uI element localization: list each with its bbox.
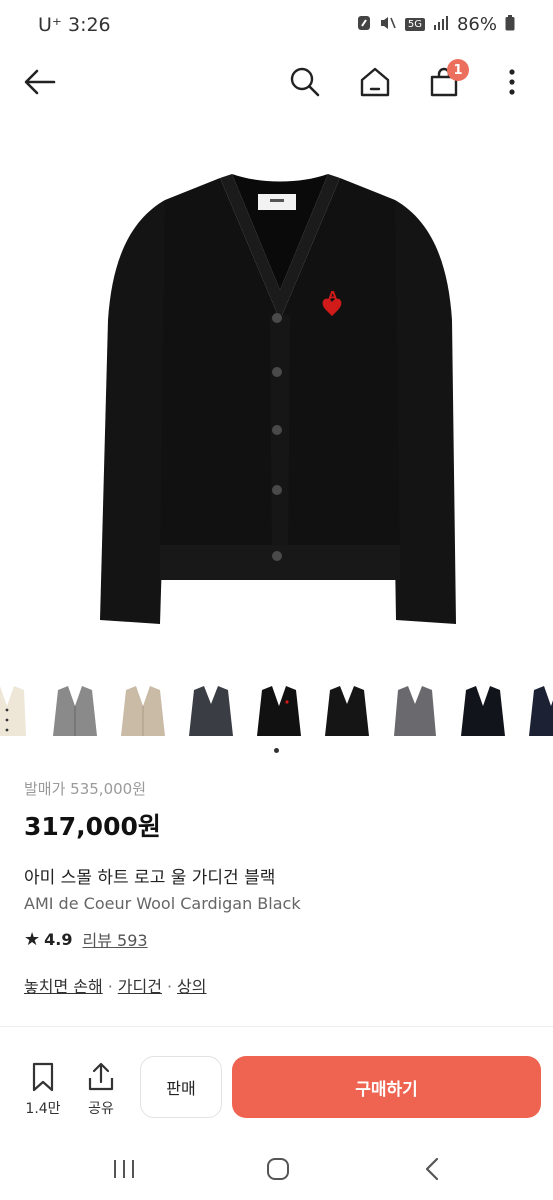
tag-separator: · <box>107 977 113 996</box>
sale-price: 317,000원 <box>24 812 161 841</box>
thumbnail-charcoal[interactable] <box>186 684 236 742</box>
arrow-left-icon[interactable] <box>20 62 60 102</box>
reviews-link[interactable]: 리뷰 593 <box>82 927 147 951</box>
carousel-indicator-dot <box>274 748 279 753</box>
cart-count-badge: 1 <box>447 59 469 81</box>
thumbnail-navy[interactable] <box>526 684 553 742</box>
home-button-icon[interactable] <box>258 1154 298 1184</box>
tag-link[interactable]: 놓치면 손해 <box>24 977 103 996</box>
system-navigation-bar <box>0 1140 553 1200</box>
bookmark-button[interactable]: 1.4만 <box>20 1062 66 1118</box>
thumbnail-navy-black[interactable] <box>458 684 508 742</box>
share-label: 공유 <box>88 1101 114 1117</box>
5g-icon: 5G <box>404 18 425 31</box>
tag-link[interactable]: 가디건 <box>118 977 162 996</box>
svg-text:A: A <box>328 289 338 303</box>
battery-percent: 86% <box>456 14 497 35</box>
home-icon[interactable] <box>355 62 395 102</box>
status-bar: U⁺ 3:26 5G 86% <box>0 0 553 52</box>
rating-score: 4.9 <box>44 929 73 949</box>
share-button[interactable]: 공유 <box>78 1062 124 1118</box>
tag-link[interactable]: 상의 <box>177 977 206 996</box>
more-vertical-icon[interactable] <box>492 62 532 102</box>
divider <box>0 1026 553 1027</box>
bottom-action-bar: 1.4만 공유 판매 구매하기 <box>0 1044 553 1134</box>
tag-separator: · <box>166 977 173 996</box>
buy-button[interactable]: 구매하기 <box>232 1056 541 1118</box>
thumbnail-beige[interactable] <box>118 684 168 742</box>
bookmark-count: 1.4만 <box>25 1101 61 1117</box>
recent-apps-icon[interactable] <box>104 1154 144 1184</box>
top-navigation: 1 <box>0 52 553 112</box>
carrier-time: U⁺ 3:26 <box>38 14 111 36</box>
thumbnail-grey[interactable] <box>50 684 100 742</box>
bookmark-icon <box>32 1062 54 1092</box>
sell-button[interactable]: 판매 <box>140 1056 222 1118</box>
rating-row: ★ 4.9 리뷰 593 <box>24 927 534 951</box>
product-main-image[interactable]: A <box>60 150 500 640</box>
app-notification-icon <box>357 15 371 35</box>
back-button-icon[interactable] <box>412 1154 452 1184</box>
category-tags: 놓치면 손해 · 가디건 · 상의 <box>24 973 534 997</box>
star-icon: ★ <box>24 928 41 950</box>
search-icon[interactable] <box>285 62 325 102</box>
status-icons: 5G 86% <box>357 14 515 35</box>
product-info: 발매가 535,000원 317,000원 아미 스몰 하트 로고 울 가디건 … <box>24 778 534 997</box>
battery-icon <box>505 14 515 35</box>
color-thumbnail-strip <box>0 684 553 742</box>
product-name-english: AMI de Coeur Wool Cardigan Black <box>24 894 301 913</box>
original-price: 발매가 535,000원 <box>24 780 146 798</box>
thumbnail-black-2[interactable] <box>322 684 372 742</box>
thumbnail-dark-grey[interactable] <box>390 684 440 742</box>
signal-icon <box>433 15 449 34</box>
thumbnail-cream[interactable] <box>0 684 32 742</box>
mute-icon <box>379 15 397 35</box>
product-name-korean: 아미 스몰 하트 로고 울 가디건 블랙 <box>24 868 276 888</box>
share-icon <box>88 1062 114 1091</box>
thumbnail-black[interactable] <box>254 684 304 742</box>
shopping-bag-icon[interactable]: 1 <box>424 59 469 102</box>
